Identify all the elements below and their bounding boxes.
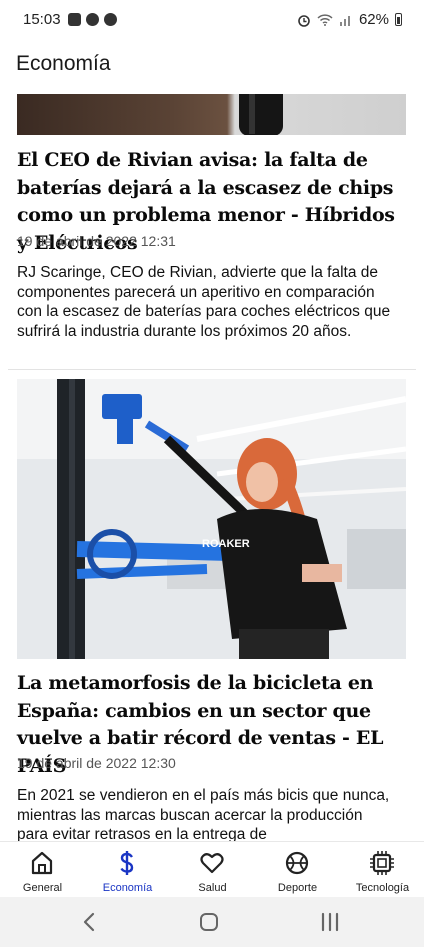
a-icon: [104, 13, 117, 26]
nav-tecnologia[interactable]: Tecnología: [340, 842, 424, 898]
news-feed[interactable]: El CEO de Rivian avisa: la falta de bate…: [0, 94, 424, 841]
wifi-icon: [317, 14, 333, 26]
nav-general[interactable]: General: [0, 842, 85, 898]
app-header: Economía: [0, 40, 424, 94]
nav-economia[interactable]: Economía: [85, 842, 170, 898]
nav-salud[interactable]: Salud: [170, 842, 255, 898]
nav-deporte[interactable]: Deporte: [255, 842, 340, 898]
alert-icon: [86, 13, 99, 26]
battery-percent: 62%: [358, 11, 389, 28]
chip-icon: [370, 851, 394, 875]
gallery-icon: [68, 13, 81, 26]
bike-brand-text: ROAKER: [202, 538, 250, 550]
back-icon[interactable]: [80, 912, 100, 932]
article-summary[interactable]: En 2021 se vendieron en el país más bici…: [17, 786, 397, 841]
tire-shape: [239, 94, 283, 135]
nav-label: Deporte: [277, 882, 318, 894]
home-icon: [31, 851, 53, 875]
page-title: Economía: [16, 52, 111, 75]
article-date: 19 de abril de 2022 12:30: [17, 755, 176, 771]
home-button-icon[interactable]: [199, 912, 219, 932]
status-bar: 15:03 62%: [0, 0, 424, 40]
tire-tread: [249, 94, 255, 134]
alarm-icon: [298, 14, 310, 27]
article-image[interactable]: ROAKER: [17, 379, 406, 659]
recents-icon[interactable]: [320, 912, 340, 932]
article-image[interactable]: [17, 94, 406, 135]
nav-label: Salud: [198, 882, 227, 894]
nav-label: Economía: [102, 882, 153, 894]
basketball-icon: [285, 851, 309, 875]
workshop-photo: ROAKER: [17, 379, 406, 659]
signal-icon: [339, 16, 350, 26]
bottom-nav: General Economía Salud Deporte Tecnologí…: [0, 841, 424, 897]
nav-label: General: [22, 882, 63, 894]
divider: [8, 369, 416, 370]
status-right: 62%: [297, 11, 402, 28]
dollar-icon: [120, 851, 134, 875]
article-summary[interactable]: RJ Scaringe, CEO de Rivian, advierte que…: [17, 263, 397, 341]
article-date: 19 de abril de 2022 12:31: [17, 233, 176, 249]
heart-icon: [200, 853, 224, 874]
nav-label: Tecnología: [355, 882, 410, 894]
status-time: 15:03: [23, 11, 61, 28]
battery-icon: [395, 13, 402, 26]
system-navigation-bar: [0, 897, 424, 947]
